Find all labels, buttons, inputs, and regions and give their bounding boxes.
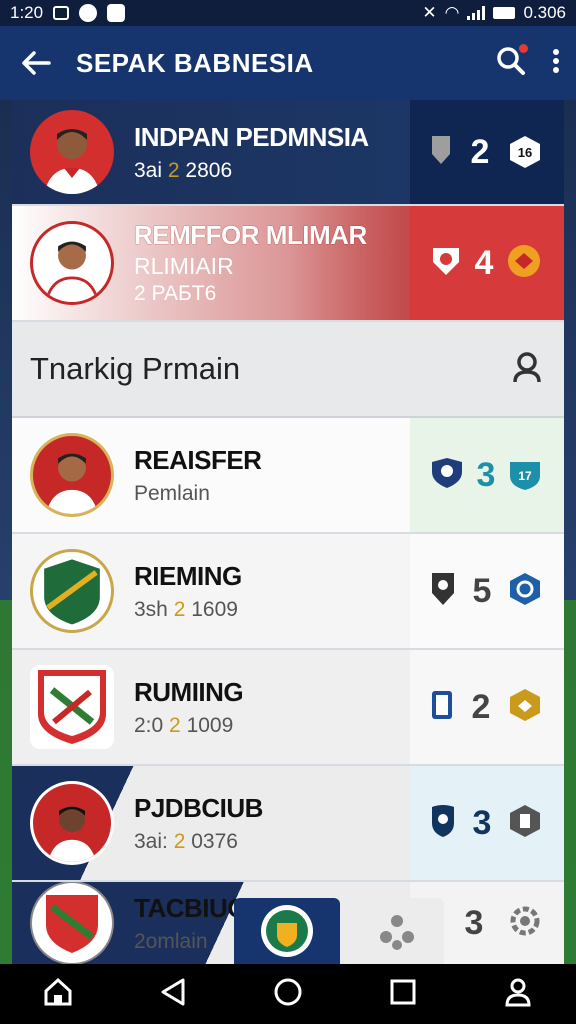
more-vert-icon (553, 48, 559, 73)
avatar (30, 433, 114, 517)
list-item[interactable]: RUMIING 2:0 2 1009 2 (12, 650, 564, 766)
shield-badge: 17 (508, 458, 542, 492)
club-tab-button[interactable] (234, 898, 340, 964)
profile-button[interactable] (503, 977, 533, 1012)
player-list: INDPAN PEDMNSIA 3ai 2 2806 2 16 REMFFOR … (12, 100, 564, 966)
score: 3 (476, 455, 496, 494)
system-nav-bar (0, 964, 576, 1024)
club-crest-icon (430, 456, 464, 495)
player-name: RUMIING (134, 676, 244, 707)
notification-dot (519, 43, 528, 53)
back-button[interactable] (16, 43, 56, 83)
status-bar: 1:20 ✕ ◠ 0.306 (0, 0, 576, 26)
mute-icon: ✕ (422, 3, 437, 22)
player-name: REMFFOR MLIMAR (134, 220, 367, 250)
list-item[interactable]: RIEMING 3sh 2 1609 5 (12, 534, 564, 650)
hexagon-badge-icon (508, 572, 542, 611)
club-crest-icon (430, 803, 456, 844)
person-icon (505, 978, 531, 1006)
battery-text: 0.306 (523, 3, 566, 22)
score: 3 (472, 803, 492, 842)
score: 5 (472, 571, 492, 610)
svg-text:17: 17 (518, 469, 532, 483)
battery-icon (493, 7, 516, 19)
notification-icon (79, 4, 98, 22)
player-meta: 3ai 2 2806 (134, 158, 233, 182)
section-title: Tnarkig Prmain (30, 351, 241, 386)
wifi-icon: ◠ (444, 3, 460, 22)
card-icon (430, 689, 454, 726)
score: 3 (464, 903, 484, 942)
avatar (30, 110, 114, 194)
person-search-icon (513, 351, 541, 382)
avatar (30, 781, 114, 865)
hexagon-badge: 16 (508, 135, 542, 169)
section-header: Tnarkig Prmain (12, 322, 564, 418)
club-logo (30, 882, 114, 964)
search-button[interactable] (496, 43, 528, 81)
player-name: PJDBCIUB (134, 792, 263, 823)
player-meta: 3sh 2 1609 (134, 597, 238, 621)
svg-text:16: 16 (518, 145, 532, 160)
team-icon (380, 915, 414, 950)
home-icon (44, 977, 72, 1005)
square-icon (390, 979, 416, 1004)
list-item[interactable]: REMFFOR MLIMAR RLIMIAIR 2 PAБT6 4 (12, 206, 564, 322)
player-name: RIEMING (134, 560, 242, 591)
player-meta: 3ai: 2 0376 (134, 829, 238, 853)
list-item[interactable]: REAISFER Pemlain 3 17 (12, 418, 564, 534)
back-nav-button[interactable] (159, 977, 187, 1012)
club-crest-icon (430, 245, 462, 282)
player-name: INDPAN PEDMNSIA (134, 121, 369, 152)
hexagon-badge-icon (508, 804, 542, 843)
gallery-icon (53, 6, 70, 20)
score: 2 (470, 132, 490, 171)
mail-icon (107, 4, 126, 22)
signal-icon (467, 6, 486, 20)
player-subname: RLIMIAIR (134, 253, 234, 279)
circle-icon (274, 978, 302, 1005)
players-tab-button[interactable] (350, 898, 444, 964)
list-item[interactable]: PJDBCIUB 3ai: 2 0376 3 (12, 766, 564, 882)
page-title: SEPAK BABNESIA (76, 47, 314, 78)
app-bar: SEPAK BABNESIA (0, 26, 576, 100)
lion-badge-icon (506, 243, 542, 284)
list-item[interactable]: INDPAN PEDMNSIA 3ai 2 2806 2 16 (12, 100, 564, 206)
club-crest-icon (430, 571, 456, 612)
hexagon-badge-icon (508, 688, 542, 727)
player-name: REAISFER (134, 444, 262, 475)
profile-search-button[interactable] (512, 350, 546, 389)
score: 4 (474, 243, 494, 282)
player-meta: 2 PAБT6 (134, 282, 217, 305)
avatar (30, 221, 114, 305)
shield-icon (430, 134, 452, 171)
player-meta: 2:0 2 1009 (134, 713, 234, 737)
player-meta: Pemlain (134, 481, 210, 505)
triangle-back-icon (161, 978, 185, 1005)
score: 2 (471, 687, 491, 726)
player-meta: 2omlain (134, 929, 208, 953)
home-circle-button[interactable] (273, 977, 303, 1012)
recents-button[interactable] (389, 978, 417, 1011)
home-button[interactable] (43, 977, 73, 1012)
club-logo (30, 665, 114, 749)
clock: 1:20 (10, 3, 44, 22)
more-button[interactable] (552, 48, 560, 79)
arrow-left-icon (22, 51, 51, 75)
settings-icon[interactable] (508, 904, 542, 943)
club-badge-icon (261, 905, 313, 957)
club-logo (30, 549, 114, 633)
player-name: TACBIUO (134, 892, 248, 923)
